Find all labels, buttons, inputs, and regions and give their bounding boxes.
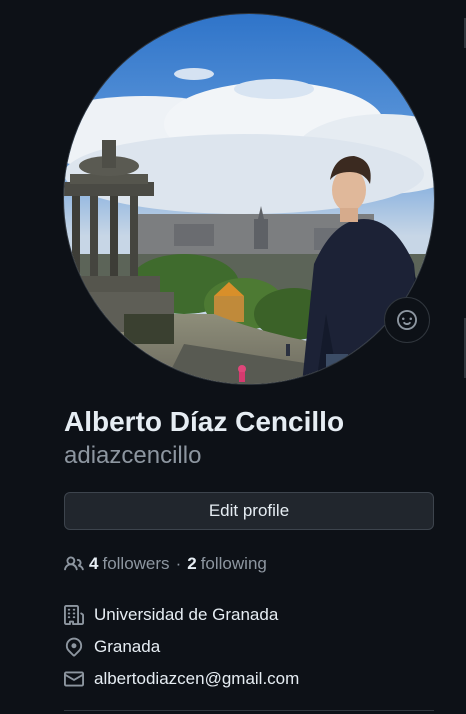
people-icon: [64, 554, 84, 574]
organization-text: Universidad de Granada: [94, 605, 279, 624]
following-link[interactable]: 2 following: [187, 554, 267, 574]
avatar[interactable]: [64, 14, 434, 384]
smiley-icon: [397, 310, 417, 330]
email-link[interactable]: albertodiazcen@gmail.com: [94, 669, 299, 689]
followers-link[interactable]: 4 followers: [64, 554, 170, 574]
mail-icon: [64, 669, 84, 689]
organization-item: Universidad de Granada: [64, 603, 299, 627]
profile-sidebar: Alberto Díaz Cencillo adiazcencillo Edit…: [0, 0, 466, 714]
followers-label: followers: [102, 554, 170, 573]
location-text: Granada: [94, 637, 161, 656]
follow-stats: 4 followers · 2 following: [64, 552, 267, 576]
organization-icon: [64, 605, 84, 625]
separator-dot: ·: [175, 554, 182, 573]
following-label: following: [200, 554, 267, 573]
location-item: Granada: [64, 635, 299, 659]
profile-details: Universidad de Granada Granada albertodi…: [64, 603, 299, 699]
section-divider: [64, 710, 434, 711]
edit-profile-button[interactable]: Edit profile: [64, 492, 434, 530]
set-status-button[interactable]: [384, 297, 430, 343]
profile-photo: [64, 14, 434, 384]
profile-full-name: Alberto Díaz Cencillo: [64, 406, 345, 437]
email-item: albertodiazcen@gmail.com: [64, 667, 299, 691]
followers-count: 4: [89, 554, 99, 573]
profile-username: adiazcencillo: [64, 442, 202, 469]
following-count: 2: [187, 554, 197, 573]
location-pin-icon: [64, 637, 84, 657]
